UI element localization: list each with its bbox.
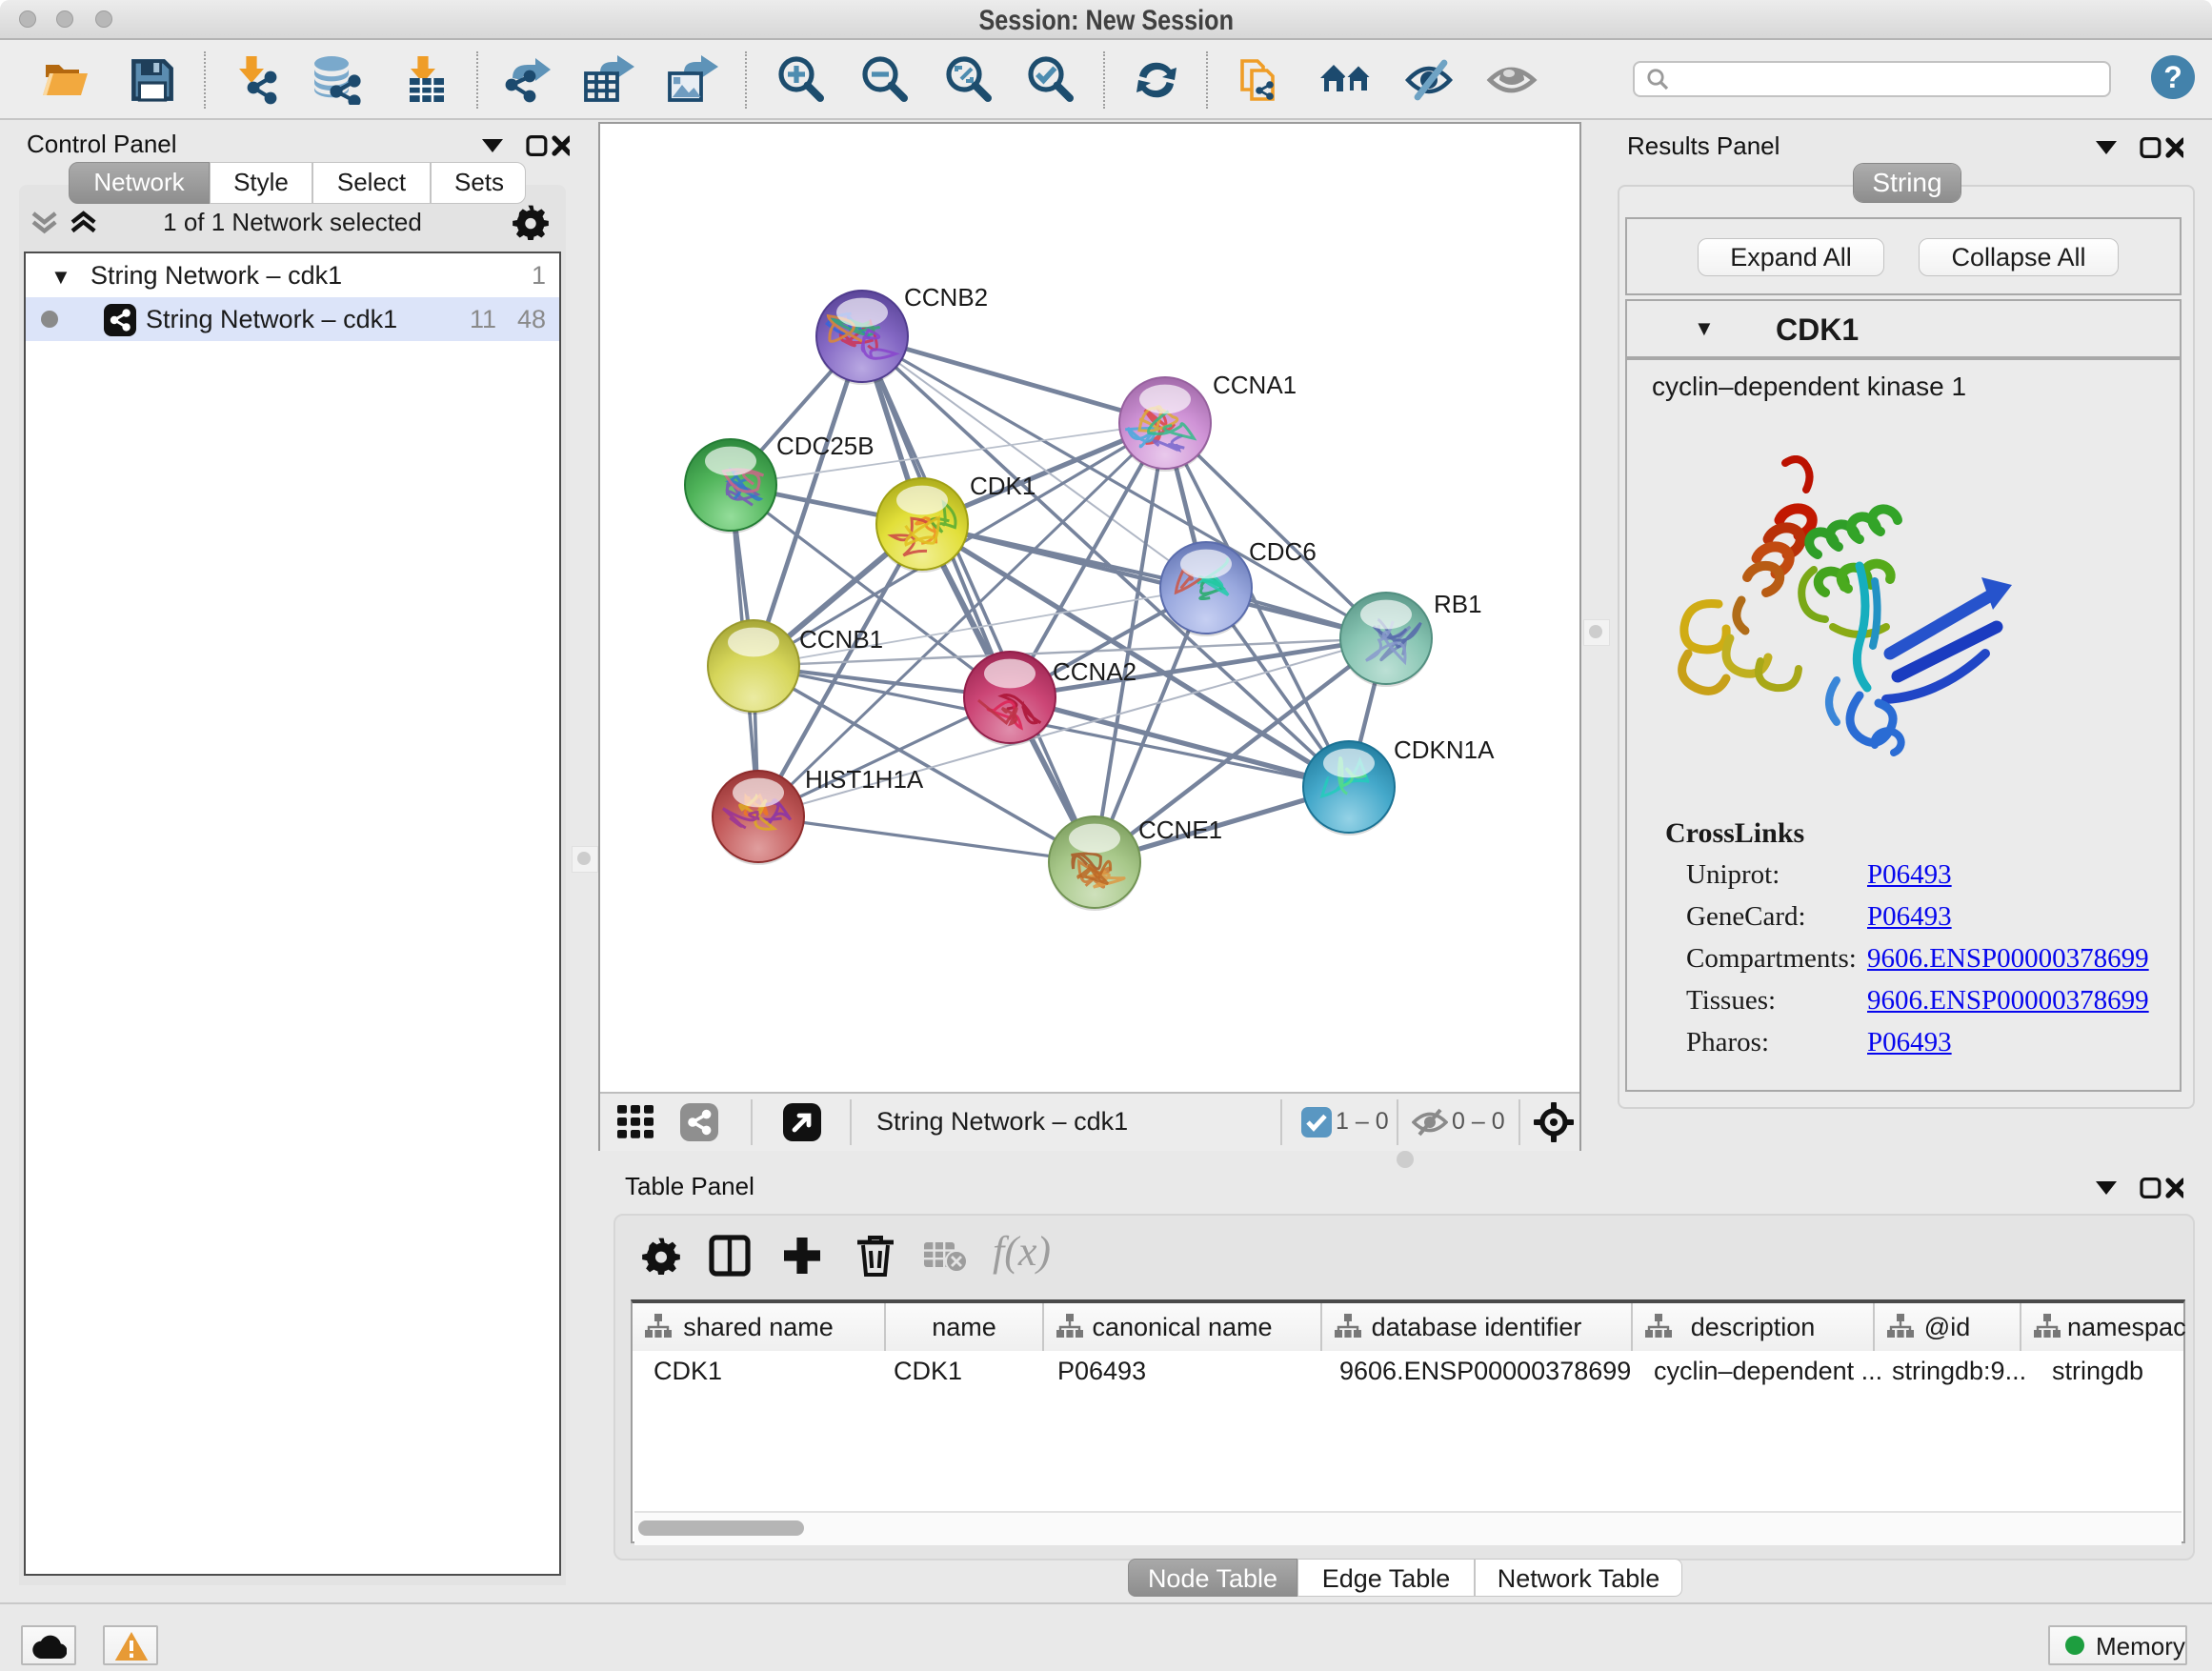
- svg-text:CCNB1: CCNB1: [799, 625, 883, 654]
- svg-text:CDKN1A: CDKN1A: [1394, 735, 1495, 764]
- svg-text:CCNA1: CCNA1: [1213, 371, 1297, 399]
- svg-text:CDC25B: CDC25B: [776, 432, 875, 460]
- svg-text:CCNE1: CCNE1: [1138, 815, 1222, 844]
- svg-text:RB1: RB1: [1434, 590, 1482, 618]
- svg-text:CDK1: CDK1: [970, 472, 1036, 500]
- svg-text:CDC6: CDC6: [1249, 537, 1317, 566]
- svg-text:HIST1H1A: HIST1H1A: [805, 765, 924, 794]
- svg-text:?: ?: [2163, 60, 2182, 94]
- svg-text:CCNA2: CCNA2: [1053, 657, 1136, 686]
- svg-text:CCNB2: CCNB2: [904, 283, 988, 312]
